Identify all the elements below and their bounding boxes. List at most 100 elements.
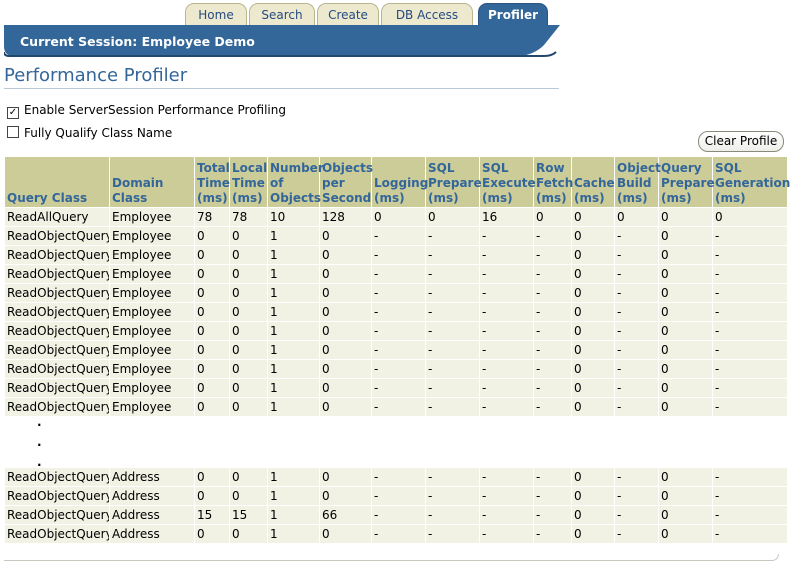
table-cell: 0 [571, 340, 615, 360]
col-cache: Cache (ms) [571, 156, 615, 208]
table-cell: 0 [571, 245, 615, 265]
table-cell: 0 [194, 245, 230, 265]
table-cell: 0 [571, 283, 615, 303]
clear-profile-button[interactable]: Clear Profile [698, 131, 784, 152]
table-cell: 0 [229, 524, 268, 544]
tab-create[interactable]: Create [317, 3, 379, 25]
table-cell: - [712, 283, 788, 303]
table-cell: 0 [319, 302, 372, 322]
table-cell: - [425, 321, 480, 341]
table-cell: - [371, 340, 426, 360]
table-body-bottom: ReadObjectQuery Address 0 0 1 0- - - -0-0- ReadOb… [4, 467, 788, 544]
table-cell: 0 [229, 226, 268, 246]
table-row: ReadObjectQuery Address 0 0 1 0- - - -0-0- [4, 467, 788, 487]
table-cell: - [479, 340, 534, 360]
enable-profiling-option[interactable]: ✓ Enable ServerSession Performance Profil… [7, 102, 286, 119]
table-cell: - [371, 321, 426, 341]
col-local-time: Local Time (ms) [229, 156, 268, 208]
table-cell: 0 [194, 378, 230, 398]
table-cell: - [425, 264, 480, 284]
table-cell: - [371, 524, 426, 544]
table-cell: 0 [194, 264, 230, 284]
table-cell: 0 [319, 378, 372, 398]
table-cell: - [425, 467, 480, 487]
table-cell: - [533, 467, 572, 487]
table-cell: - [425, 397, 480, 417]
table-cell: - [712, 505, 788, 525]
table-cell: 1 [267, 505, 320, 525]
table-cell: - [712, 321, 788, 341]
table-cell: Employee [109, 245, 195, 265]
table-cell: 10 [267, 207, 320, 227]
table-row: ReadObjectQuery Employee 0 0 1 0- - - -0-0- [4, 302, 788, 322]
table-cell: - [479, 245, 534, 265]
table-cell: - [614, 226, 659, 246]
table-cell: - [533, 486, 572, 506]
table-cell: ReadObjectQuery [4, 245, 110, 265]
table-cell: 0 [658, 359, 713, 379]
table-cell: ReadObjectQuery [4, 486, 110, 506]
table-cell: 0 [194, 283, 230, 303]
table-header-row: Query Class Domain Class Total Time (ms)… [4, 156, 790, 208]
table-cell: 0 [194, 486, 230, 506]
page-title: Performance Profiler [4, 65, 188, 86]
table-cell: 0 [533, 207, 572, 227]
table-cell: 1 [267, 340, 320, 360]
table-cell: 78 [194, 207, 230, 227]
table-cell: 0 [371, 207, 426, 227]
table-cell: - [533, 378, 572, 398]
table-gap: ... [4, 416, 788, 468]
table-cell: 0 [319, 245, 372, 265]
table-cell: 0 [658, 467, 713, 487]
table-cell: 0 [571, 321, 615, 341]
table-cell: - [614, 359, 659, 379]
table-cell: 0 [425, 207, 480, 227]
tab-search[interactable]: Search [249, 3, 315, 25]
table-cell: - [425, 524, 480, 544]
table-row: ReadObjectQuery Employee 0 0 1 0- - - -0-0- [4, 264, 788, 284]
table-row: ReadObjectQuery Employee 0 0 1 0- - - -0-0- [4, 245, 788, 265]
table-cell: - [712, 226, 788, 246]
fully-qualify-checkbox[interactable] [7, 126, 19, 138]
table-row: ReadObjectQuery Employee 0 0 1 0- - - -0-0- [4, 397, 788, 417]
fully-qualify-option[interactable]: Fully Qualify Class Name [7, 125, 172, 141]
table-cell: - [479, 378, 534, 398]
table-cell: 1 [267, 245, 320, 265]
table-cell: - [371, 302, 426, 322]
table-cell: 1 [267, 321, 320, 341]
table-cell: - [479, 486, 534, 506]
table-row: ReadObjectQuery Employee 0 0 1 0- - - -0-0- [4, 359, 788, 379]
table-cell: 0 [658, 207, 713, 227]
table-cell: - [371, 397, 426, 417]
table-cell: 0 [194, 340, 230, 360]
table-cell: ReadObjectQuery [4, 264, 110, 284]
table-cell: - [479, 524, 534, 544]
table-cell: Employee [109, 378, 195, 398]
table-row: ReadObjectQuery Address 0 0 1 0- - - -0-0- [4, 486, 788, 506]
table-cell: 0 [319, 264, 372, 284]
table-cell: 1 [267, 524, 320, 544]
table-cell: - [614, 245, 659, 265]
table-cell: - [712, 467, 788, 487]
tab-home[interactable]: Home [185, 3, 247, 25]
table-cell: 0 [571, 264, 615, 284]
session-title: Current Session: Employee Demo [20, 34, 255, 49]
table-cell: 78 [229, 207, 268, 227]
title-divider [4, 88, 559, 89]
tab-profiler[interactable]: Profiler [478, 3, 548, 25]
table-cell: 0 [571, 359, 615, 379]
table-cell: ReadObjectQuery [4, 378, 110, 398]
table-cell: - [425, 486, 480, 506]
table-row: ReadObjectQuery Employee 0 0 1 0- - - -0-0- [4, 321, 788, 341]
table-cell: 0 [229, 378, 268, 398]
table-row: ReadObjectQuery Employee 0 0 1 0- - - -0-0- [4, 283, 788, 303]
table-cell: Address [109, 524, 195, 544]
table-cell: - [479, 264, 534, 284]
table-cell: - [614, 321, 659, 341]
table-cell: - [614, 524, 659, 544]
table-cell: ReadObjectQuery [4, 524, 110, 544]
table-cell: 0 [194, 467, 230, 487]
enable-profiling-checkbox[interactable]: ✓ [7, 107, 19, 119]
col-number-objects: Number of Objects [267, 156, 324, 208]
tab-db-access[interactable]: DB Access [381, 3, 473, 25]
